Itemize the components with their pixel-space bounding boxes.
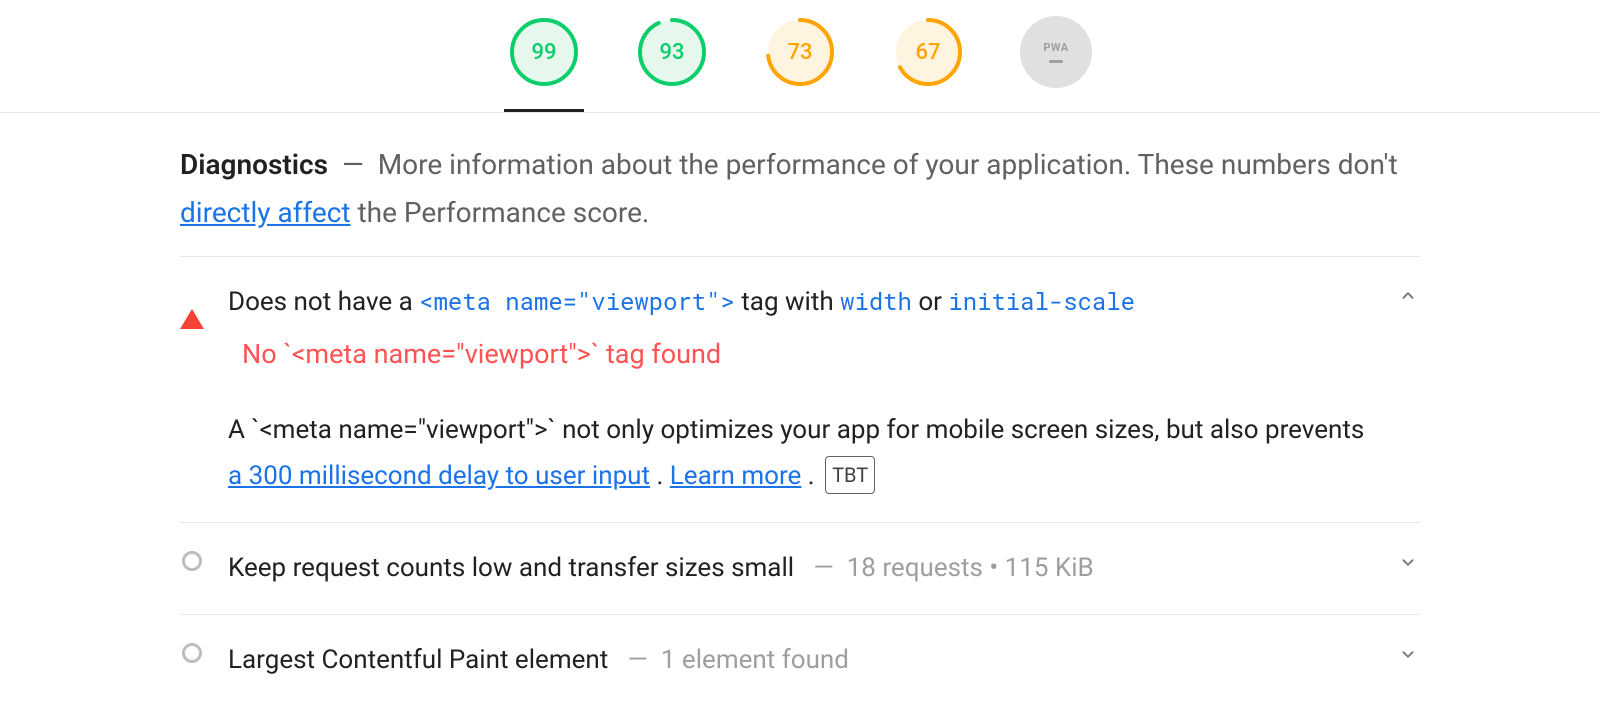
audit-viewport-description: A `<meta name="viewport">` not only opti… <box>228 407 1372 501</box>
diagnostics-title: Diagnostics <box>180 148 328 181</box>
score-value: 73 <box>764 16 836 88</box>
audit-request-counts-title: Keep request counts low and transfer siz… <box>228 553 794 583</box>
learn-more-link[interactable]: Learn more <box>670 461 802 491</box>
directly-affect-link[interactable]: directly affect <box>180 196 351 229</box>
pwa-dash-icon <box>1049 60 1063 63</box>
tbt-tag: TBT <box>825 456 875 494</box>
score-value: 99 <box>508 16 580 88</box>
delay-link[interactable]: a 300 millisecond delay to user input <box>228 461 650 491</box>
audit-lcp-element[interactable]: Largest Contentful Paint element — 1 ele… <box>180 615 1420 706</box>
pwa-gauge[interactable]: PWA <box>1020 16 1092 88</box>
pwa-label: PWA <box>1043 41 1068 54</box>
diagnostics-section: Diagnostics — More information about the… <box>180 113 1420 706</box>
audit-viewport-title: Does not have a <meta name="viewport"> t… <box>228 279 1372 326</box>
fail-triangle-icon <box>180 309 204 329</box>
audit-request-counts-sub: 18 requests • 115 KiB <box>847 553 1094 583</box>
dash: — <box>335 148 378 181</box>
score-value: 93 <box>636 16 708 88</box>
score-value: 67 <box>892 16 964 88</box>
code-initial-scale: initial-scale <box>948 286 1135 317</box>
score-header: 99 93 73 67 PWA <box>0 0 1600 113</box>
audit-request-counts[interactable]: Keep request counts low and transfer siz… <box>180 523 1420 615</box>
diagnostics-header: Diagnostics — More information about the… <box>180 141 1420 257</box>
chevron-up-icon[interactable] <box>1396 279 1420 307</box>
audit-lcp-title: Largest Contentful Paint element <box>228 645 608 675</box>
audit-viewport[interactable]: Does not have a <meta name="viewport"> t… <box>180 257 1420 523</box>
code-meta-viewport: <meta name="viewport"> <box>419 286 735 317</box>
diagnostics-desc-after: the Performance score. <box>357 196 649 229</box>
score-gauge-0[interactable]: 99 <box>508 16 580 88</box>
diagnostics-desc-before: More information about the performance o… <box>378 148 1398 181</box>
chevron-down-icon[interactable] <box>1396 637 1420 665</box>
info-circle-icon <box>182 551 202 571</box>
score-gauge-2[interactable]: 73 <box>764 16 836 88</box>
info-circle-icon <box>182 643 202 663</box>
score-gauge-3[interactable]: 67 <box>892 16 964 88</box>
code-width: width <box>840 286 912 317</box>
audit-viewport-error: No `<meta name="viewport">` tag found <box>228 330 1372 379</box>
score-gauge-1[interactable]: 93 <box>636 16 708 88</box>
chevron-down-icon[interactable] <box>1396 545 1420 573</box>
audit-lcp-sub: 1 element found <box>661 645 849 675</box>
